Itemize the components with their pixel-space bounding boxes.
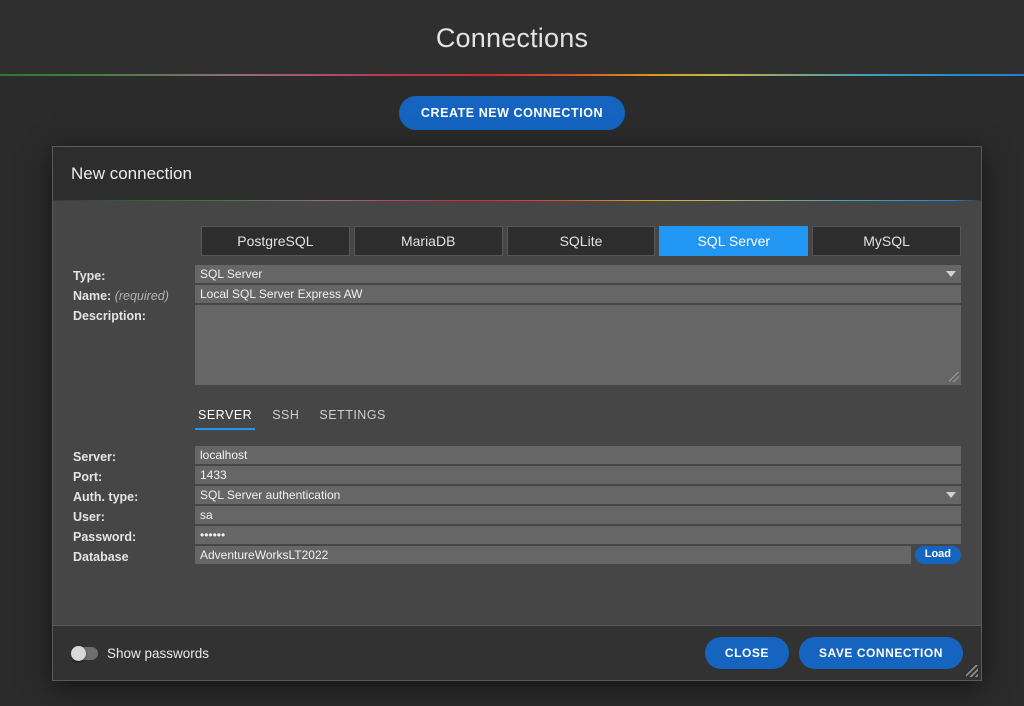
dialog-titlebar: New connection <box>53 147 981 201</box>
db-type-mariadb[interactable]: MariaDB <box>353 226 503 256</box>
create-connection-band: CREATE NEW CONNECTION <box>0 76 1024 150</box>
show-passwords-label: Show passwords <box>107 645 210 661</box>
port-label: Port: <box>73 469 103 484</box>
close-button[interactable]: CLOSE <box>704 637 789 669</box>
rainbow-divider <box>0 74 1024 76</box>
database-type-selector: PostgreSQL MariaDB SQLite SQL Server MyS… <box>201 226 961 256</box>
name-required-hint: (required) <box>114 289 169 303</box>
db-type-sql-server[interactable]: SQL Server <box>659 226 809 256</box>
tab-ssh[interactable]: SSH <box>269 407 302 430</box>
password-label: Password: <box>73 529 137 544</box>
field-row-name: Name: (required) <box>73 285 961 303</box>
user-input[interactable] <box>195 505 961 524</box>
auth-type-select-wrapper[interactable] <box>195 485 961 504</box>
dialog-actions: CLOSE SAVE CONNECTION <box>704 637 963 669</box>
dialog-footer: Show passwords CLOSE SAVE CONNECTION <box>53 625 981 680</box>
description-textarea[interactable] <box>195 305 961 385</box>
field-row-description: Description: <box>73 305 961 385</box>
name-label: Name: (required) <box>73 285 195 303</box>
load-databases-button[interactable]: Load <box>914 545 961 564</box>
type-select[interactable] <box>195 265 961 283</box>
auth-type-select[interactable] <box>195 485 961 504</box>
db-type-postgresql[interactable]: PostgreSQL <box>201 226 350 256</box>
page-header: Connections <box>0 0 1024 76</box>
description-label: Description: <box>73 309 146 323</box>
type-label: Type: <box>73 269 106 283</box>
auth-type-label: Auth. type: <box>73 489 139 504</box>
field-row-database: Database Load <box>73 545 961 564</box>
db-type-sqlite[interactable]: SQLite <box>506 226 656 256</box>
tab-settings[interactable]: SETTINGS <box>316 407 389 430</box>
create-new-connection-button[interactable]: CREATE NEW CONNECTION <box>398 95 626 131</box>
field-row-password: Password: <box>73 525 961 544</box>
toggle-knob <box>71 645 86 661</box>
database-label: Database <box>73 549 129 564</box>
general-fields: Type: Name: (required) <box>73 265 961 385</box>
db-type-mysql[interactable]: MySQL <box>812 226 961 256</box>
dialog-resize-grip-icon[interactable] <box>966 665 978 677</box>
server-panel: Server: Port: Auth. type: <box>73 445 961 564</box>
server-input[interactable] <box>195 445 961 464</box>
field-row-type: Type: <box>73 265 961 283</box>
page-title: Connections <box>435 22 589 53</box>
name-label-text: Name: <box>73 289 112 303</box>
field-row-server: Server: <box>73 445 961 464</box>
save-connection-button[interactable]: SAVE CONNECTION <box>798 637 963 669</box>
field-row-port: Port: <box>73 465 961 484</box>
connection-subtabs: SERVER SSH SETTINGS <box>195 407 961 430</box>
dialog-title: New connection <box>71 164 192 183</box>
tab-server[interactable]: SERVER <box>195 407 256 430</box>
toggle-track[interactable] <box>71 645 98 661</box>
new-connection-dialog: New connection PostgreSQL MariaDB SQLite… <box>52 146 982 681</box>
dialog-body: PostgreSQL MariaDB SQLite SQL Server MyS… <box>53 201 981 625</box>
type-select-wrapper[interactable] <box>195 265 961 283</box>
user-label: User: <box>73 509 105 524</box>
password-input[interactable] <box>195 525 961 544</box>
port-input[interactable] <box>195 465 961 484</box>
show-passwords-toggle[interactable]: Show passwords <box>71 645 210 661</box>
field-row-user: User: <box>73 505 961 524</box>
database-input[interactable] <box>195 545 911 564</box>
server-label: Server: <box>73 449 117 464</box>
field-row-auth-type: Auth. type: <box>73 485 961 504</box>
name-input[interactable] <box>195 285 961 303</box>
